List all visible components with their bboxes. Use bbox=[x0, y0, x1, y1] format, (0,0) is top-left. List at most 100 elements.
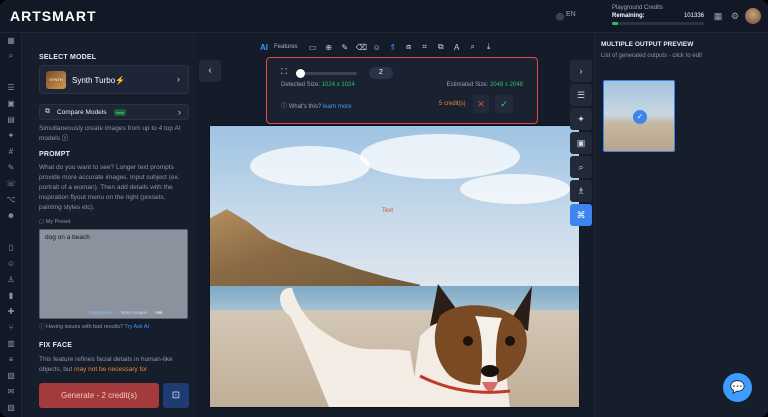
check-icon: ✓ bbox=[633, 110, 647, 124]
my-preset[interactable]: ▢ My Preset bbox=[39, 219, 71, 225]
credits-remaining-label: Remaining: bbox=[612, 13, 645, 19]
layers-icon[interactable]: ⧉ bbox=[436, 42, 446, 52]
image-icon[interactable]: ▣ bbox=[6, 99, 16, 109]
upscale-slider[interactable] bbox=[296, 69, 357, 78]
collapse-right-button[interactable]: › bbox=[570, 60, 592, 82]
brush-icon[interactable]: ✎ bbox=[340, 43, 350, 52]
credits-remaining-value: 101336 bbox=[683, 13, 704, 19]
compare-description-text: Simultaneously create images from up to … bbox=[39, 125, 181, 142]
page-icon[interactable]: ▮ bbox=[6, 291, 16, 301]
issue-text: Having issues with bad results? bbox=[46, 324, 124, 330]
wand-icon[interactable]: ✦ bbox=[6, 131, 16, 141]
output-preview-subtitle: List of generated outputs - click to edi… bbox=[601, 53, 703, 59]
settings-icon[interactable]: ⚙ bbox=[729, 10, 741, 22]
person-icon[interactable]: ♙ bbox=[6, 275, 16, 285]
issue-hint: ⓘ Having issues with bad results? Try As… bbox=[39, 322, 149, 330]
chart-icon[interactable]: ▧ bbox=[6, 371, 16, 381]
map-icon[interactable]: ▦ bbox=[712, 10, 724, 22]
compare-models-button[interactable]: ⧉ Compare Models beta › bbox=[39, 104, 189, 120]
info-icon[interactable]: ⓘ bbox=[62, 135, 69, 142]
output-thumbnail[interactable]: ✓ bbox=[603, 80, 675, 152]
output-preview-title: MULTIPLE OUTPUT PREVIEW bbox=[601, 41, 694, 48]
ask-button[interactable]: Ask bbox=[155, 310, 163, 315]
report-icon[interactable]: ▨ bbox=[6, 403, 16, 413]
beta-badge: beta bbox=[114, 109, 126, 116]
smile-icon[interactable]: ☺ bbox=[372, 43, 382, 52]
generate-button[interactable]: Generate - 2 credit(s) bbox=[39, 383, 159, 408]
left-rail: ▦ ⌕ ☰ ▣ ▤ ✦ # ✎ ☏ ⌥ ☻ ▯ ☺ ♙ ▮ ✚ ⑂ ▥ ≡ ▧ … bbox=[0, 33, 22, 417]
search-icon[interactable]: ⌕ bbox=[6, 51, 16, 61]
language-selector[interactable]: EN bbox=[566, 11, 576, 18]
chat-support-button[interactable]: 💬 bbox=[723, 373, 752, 402]
comment-icon[interactable]: ✉ bbox=[6, 387, 16, 397]
collapse-left-button[interactable]: ‹ bbox=[199, 60, 221, 82]
features-label[interactable]: Features bbox=[274, 44, 298, 50]
layers-icon[interactable]: ☰ bbox=[6, 83, 16, 93]
add-icon[interactable]: ⊕ bbox=[324, 43, 334, 52]
learn-more-link[interactable]: learn more bbox=[323, 104, 352, 110]
zoom-icon[interactable]: ⌕ bbox=[468, 42, 478, 52]
avatar[interactable] bbox=[745, 8, 761, 24]
estimated-size-label: Estimated Size: bbox=[446, 82, 489, 88]
text-layer[interactable]: Text bbox=[382, 208, 393, 214]
model-name: Synth Turbo⚡ bbox=[72, 76, 126, 85]
code-icon[interactable]: ⌥ bbox=[6, 195, 16, 205]
crop-icon[interactable]: ⌗ bbox=[420, 42, 430, 52]
try-ask-ai-link[interactable]: Try Ask AI bbox=[125, 324, 150, 330]
detected-size: Detected Size: 1024 x 1024 bbox=[281, 82, 355, 88]
prompt-input[interactable]: dog on a beach Suggestions More Images A… bbox=[39, 229, 188, 319]
download-icon[interactable]: ⤓ bbox=[484, 42, 494, 52]
users-icon[interactable]: ☺ bbox=[6, 259, 16, 269]
folder-icon[interactable]: ▭ bbox=[308, 43, 318, 52]
credits-widget: Playground Credits Remaining: 101336 bbox=[612, 5, 704, 25]
table-icon[interactable]: ▥ bbox=[6, 339, 16, 349]
grid-icon[interactable]: ▦ bbox=[6, 36, 16, 46]
model-selector[interactable]: SYNTH Synth Turbo⚡ › bbox=[39, 65, 189, 94]
magic-wand-icon[interactable]: ✦ bbox=[570, 108, 592, 130]
more-images-button[interactable]: More Images bbox=[121, 310, 147, 315]
preset-icon: ▢ bbox=[39, 219, 45, 225]
save-preset-button[interactable]: ⊡ bbox=[163, 383, 189, 408]
detected-size-value: 1024 x 1024 bbox=[321, 82, 355, 88]
upscale-icon[interactable]: ⇑ bbox=[388, 43, 398, 52]
chevron-left-icon: ‹ bbox=[208, 65, 212, 76]
editor-toolbar: AI Features ▭ ⊕ ✎ ⌫ ☺ ⇑ ⧈ ⌗ ⧉ A ⌕ ⤓ bbox=[260, 40, 494, 54]
upscale-credits: 5 credit(s) bbox=[439, 101, 466, 107]
hash-icon[interactable]: # bbox=[6, 147, 16, 157]
eraser-icon[interactable]: ⌫ bbox=[356, 43, 367, 52]
clip-icon[interactable]: ⌘ bbox=[570, 204, 592, 226]
slider-handle[interactable] bbox=[296, 69, 305, 78]
cancel-upscale-button[interactable]: ✕ bbox=[473, 95, 489, 113]
user-add-icon[interactable]: ☻ bbox=[6, 211, 16, 221]
confirm-upscale-button[interactable]: ✓ bbox=[495, 95, 513, 113]
suggestions-button[interactable]: Suggestions bbox=[88, 310, 113, 315]
cloud bbox=[250, 146, 370, 186]
frame-icon[interactable]: ⧈ bbox=[404, 42, 414, 52]
fullscreen-icon: ⛶ bbox=[281, 67, 287, 76]
list-icon[interactable]: ≡ bbox=[6, 355, 16, 365]
globe-icon[interactable]: ◎ bbox=[554, 10, 566, 22]
text-icon[interactable]: A bbox=[452, 43, 462, 52]
doc-icon[interactable]: ▤ bbox=[6, 115, 16, 125]
chevron-right-icon: › bbox=[178, 107, 181, 117]
branch-icon[interactable]: ⑂ bbox=[6, 323, 16, 333]
cloud bbox=[360, 134, 520, 179]
person-pose-icon[interactable]: ♗ bbox=[570, 180, 592, 202]
whats-this: ⓘ What's this? learn more bbox=[281, 101, 352, 110]
file-icon[interactable]: ▯ bbox=[6, 243, 16, 253]
image-edit-icon[interactable]: ▣ bbox=[570, 132, 592, 154]
puzzle-icon[interactable]: ✚ bbox=[6, 307, 16, 317]
image-canvas[interactable]: Text bbox=[209, 125, 580, 408]
chat-icon[interactable]: ☏ bbox=[6, 179, 16, 189]
image-search-icon[interactable]: ⌕ bbox=[570, 156, 592, 178]
prompt-value: dog on a beach bbox=[45, 234, 90, 241]
credits-progress-bar bbox=[612, 22, 704, 25]
credits-title: Playground Credits bbox=[612, 5, 664, 11]
scale-value[interactable]: 2 bbox=[369, 67, 393, 79]
sliders-icon[interactable]: ☰ bbox=[570, 84, 592, 106]
chat-bubble-icon: 💬 bbox=[730, 380, 745, 394]
fix-face-description: This feature refines facial details in h… bbox=[39, 355, 189, 375]
dog-illustration bbox=[280, 284, 532, 407]
check-icon: ✓ bbox=[500, 99, 508, 109]
edit-icon[interactable]: ✎ bbox=[6, 163, 16, 173]
